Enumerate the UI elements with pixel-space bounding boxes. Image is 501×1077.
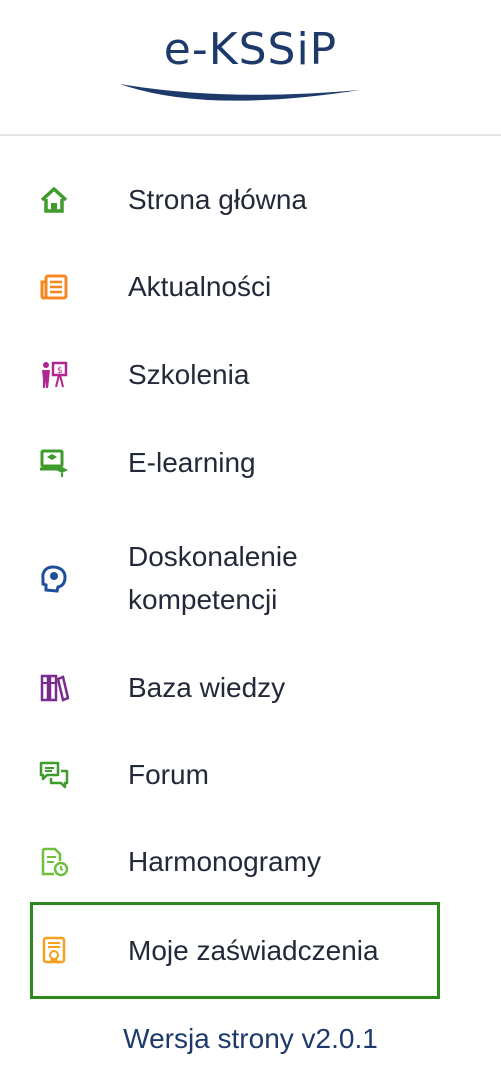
nav-label-knowledge-base: Baza wiedzy <box>128 672 286 703</box>
nav-label-my-certificates: Moje zaświadczenia <box>128 935 379 966</box>
nav-label-home: Strona główna <box>128 184 308 215</box>
elearning-monitor-icon <box>38 447 70 479</box>
head-gear-icon <box>38 563 70 595</box>
nav-label-forum: Forum <box>128 759 209 790</box>
nav-item-elearning[interactable]: E-learning <box>30 441 440 485</box>
nav-item-competencies[interactable]: Doskonalenie kompetencji <box>30 536 440 622</box>
chat-bubbles-icon <box>38 759 70 791</box>
newspaper-icon <box>38 271 70 303</box>
site-version: Wersja strony v2.0.1 <box>123 1023 378 1054</box>
svg-text:$: $ <box>57 366 63 376</box>
trainer-presentation-icon: $ <box>38 359 70 391</box>
logo-swoosh-icon <box>120 84 360 101</box>
nav-item-forum[interactable]: Forum <box>30 753 440 797</box>
nav-item-my-certificates[interactable]: Moje zaświadczenia <box>30 902 440 999</box>
nav-item-trainings[interactable]: $ Szkolenia <box>30 353 440 397</box>
nav-item-news[interactable]: Aktualności <box>30 265 440 309</box>
header-divider <box>0 134 501 136</box>
nav-label-news: Aktualności <box>128 271 272 302</box>
nav-label-trainings: Szkolenia <box>128 359 250 390</box>
nav-item-home[interactable]: Strona główna <box>30 178 440 222</box>
books-icon <box>38 672 70 704</box>
schedule-document-icon <box>38 846 70 878</box>
nav-item-knowledge-base[interactable]: Baza wiedzy <box>30 666 440 710</box>
app-logo[interactable]: e-KSSiP <box>0 0 501 135</box>
nav-label-competencies-line2: kompetencji <box>128 584 278 615</box>
certificate-icon <box>38 935 70 967</box>
nav-item-schedules[interactable]: Harmonogramy <box>30 840 440 884</box>
nav-label-competencies-line1: Doskonalenie <box>128 541 298 572</box>
nav-label-elearning: E-learning <box>128 447 256 478</box>
home-icon <box>38 184 70 216</box>
nav-label-schedules: Harmonogramy <box>128 846 321 877</box>
logo-text: e-KSSiP <box>163 24 338 75</box>
